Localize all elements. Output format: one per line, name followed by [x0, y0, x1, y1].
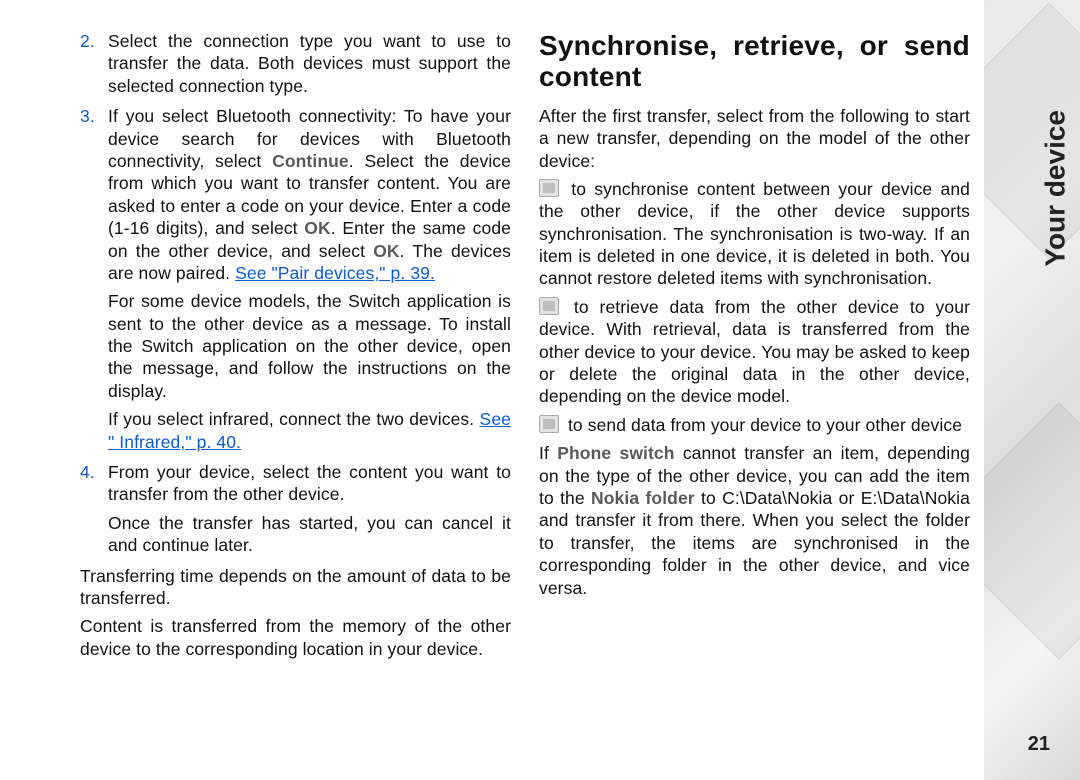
- chapter-side-tab: Your device 21: [984, 0, 1080, 780]
- sync-icon: [539, 179, 559, 197]
- section-heading: Synchronise, retrieve, or send content: [539, 30, 970, 93]
- body-paragraph: If you select Bluetooth connectivity: To…: [108, 105, 511, 284]
- body-paragraph: Select the connection type you want to u…: [108, 30, 511, 97]
- ui-term: OK: [304, 218, 330, 238]
- step-number: 2.: [80, 30, 108, 103]
- body-paragraph: If Phone switch cannot transfer an item,…: [539, 442, 970, 599]
- step-number: 3.: [80, 105, 108, 459]
- cross-reference-link[interactable]: See "Pair devices," p. 39.: [235, 263, 435, 283]
- body-paragraph: After the first transfer, select from th…: [539, 105, 970, 172]
- body-paragraph: Transferring time depends on the amount …: [80, 565, 511, 610]
- body-paragraph: For some device models, the Switch appli…: [108, 290, 511, 402]
- body-paragraph: to send data from your device to your ot…: [539, 414, 970, 436]
- numbered-step: 2.Select the connection type you want to…: [80, 30, 511, 103]
- body-paragraph: If you select infrared, connect the two …: [108, 408, 511, 453]
- ui-term: Nokia folder: [591, 488, 695, 508]
- send-icon: [539, 415, 559, 433]
- ui-term: Phone switch: [557, 443, 674, 463]
- page-number: 21: [1028, 733, 1050, 756]
- numbered-step: 3.If you select Bluetooth connectivity: …: [80, 105, 511, 459]
- cross-reference-link[interactable]: See " Infrared," p. 40.: [108, 409, 511, 451]
- body-paragraph: From your device, select the content you…: [108, 461, 511, 506]
- body-paragraph: Once the transfer has started, you can c…: [108, 512, 511, 557]
- body-paragraph: to retrieve data from the other device t…: [539, 296, 970, 408]
- step-number: 4.: [80, 461, 108, 563]
- ui-term: Continue: [272, 151, 349, 171]
- manual-page: 2.Select the connection type you want to…: [0, 0, 1080, 780]
- step-body: Select the connection type you want to u…: [108, 30, 511, 103]
- right-column: Synchronise, retrieve, or send content A…: [539, 30, 970, 760]
- step-body: From your device, select the content you…: [108, 461, 511, 563]
- step-body: If you select Bluetooth connectivity: To…: [108, 105, 511, 459]
- ui-term: OK: [373, 241, 399, 261]
- retrieve-icon: [539, 297, 559, 315]
- left-column: 2.Select the connection type you want to…: [80, 30, 511, 760]
- body-paragraph: Content is transferred from the memory o…: [80, 615, 511, 660]
- numbered-step: 4.From your device, select the content y…: [80, 461, 511, 563]
- chapter-label: Your device: [1040, 110, 1072, 267]
- body-paragraph: to synchronise content between your devi…: [539, 178, 970, 290]
- content-columns: 2.Select the connection type you want to…: [80, 30, 970, 760]
